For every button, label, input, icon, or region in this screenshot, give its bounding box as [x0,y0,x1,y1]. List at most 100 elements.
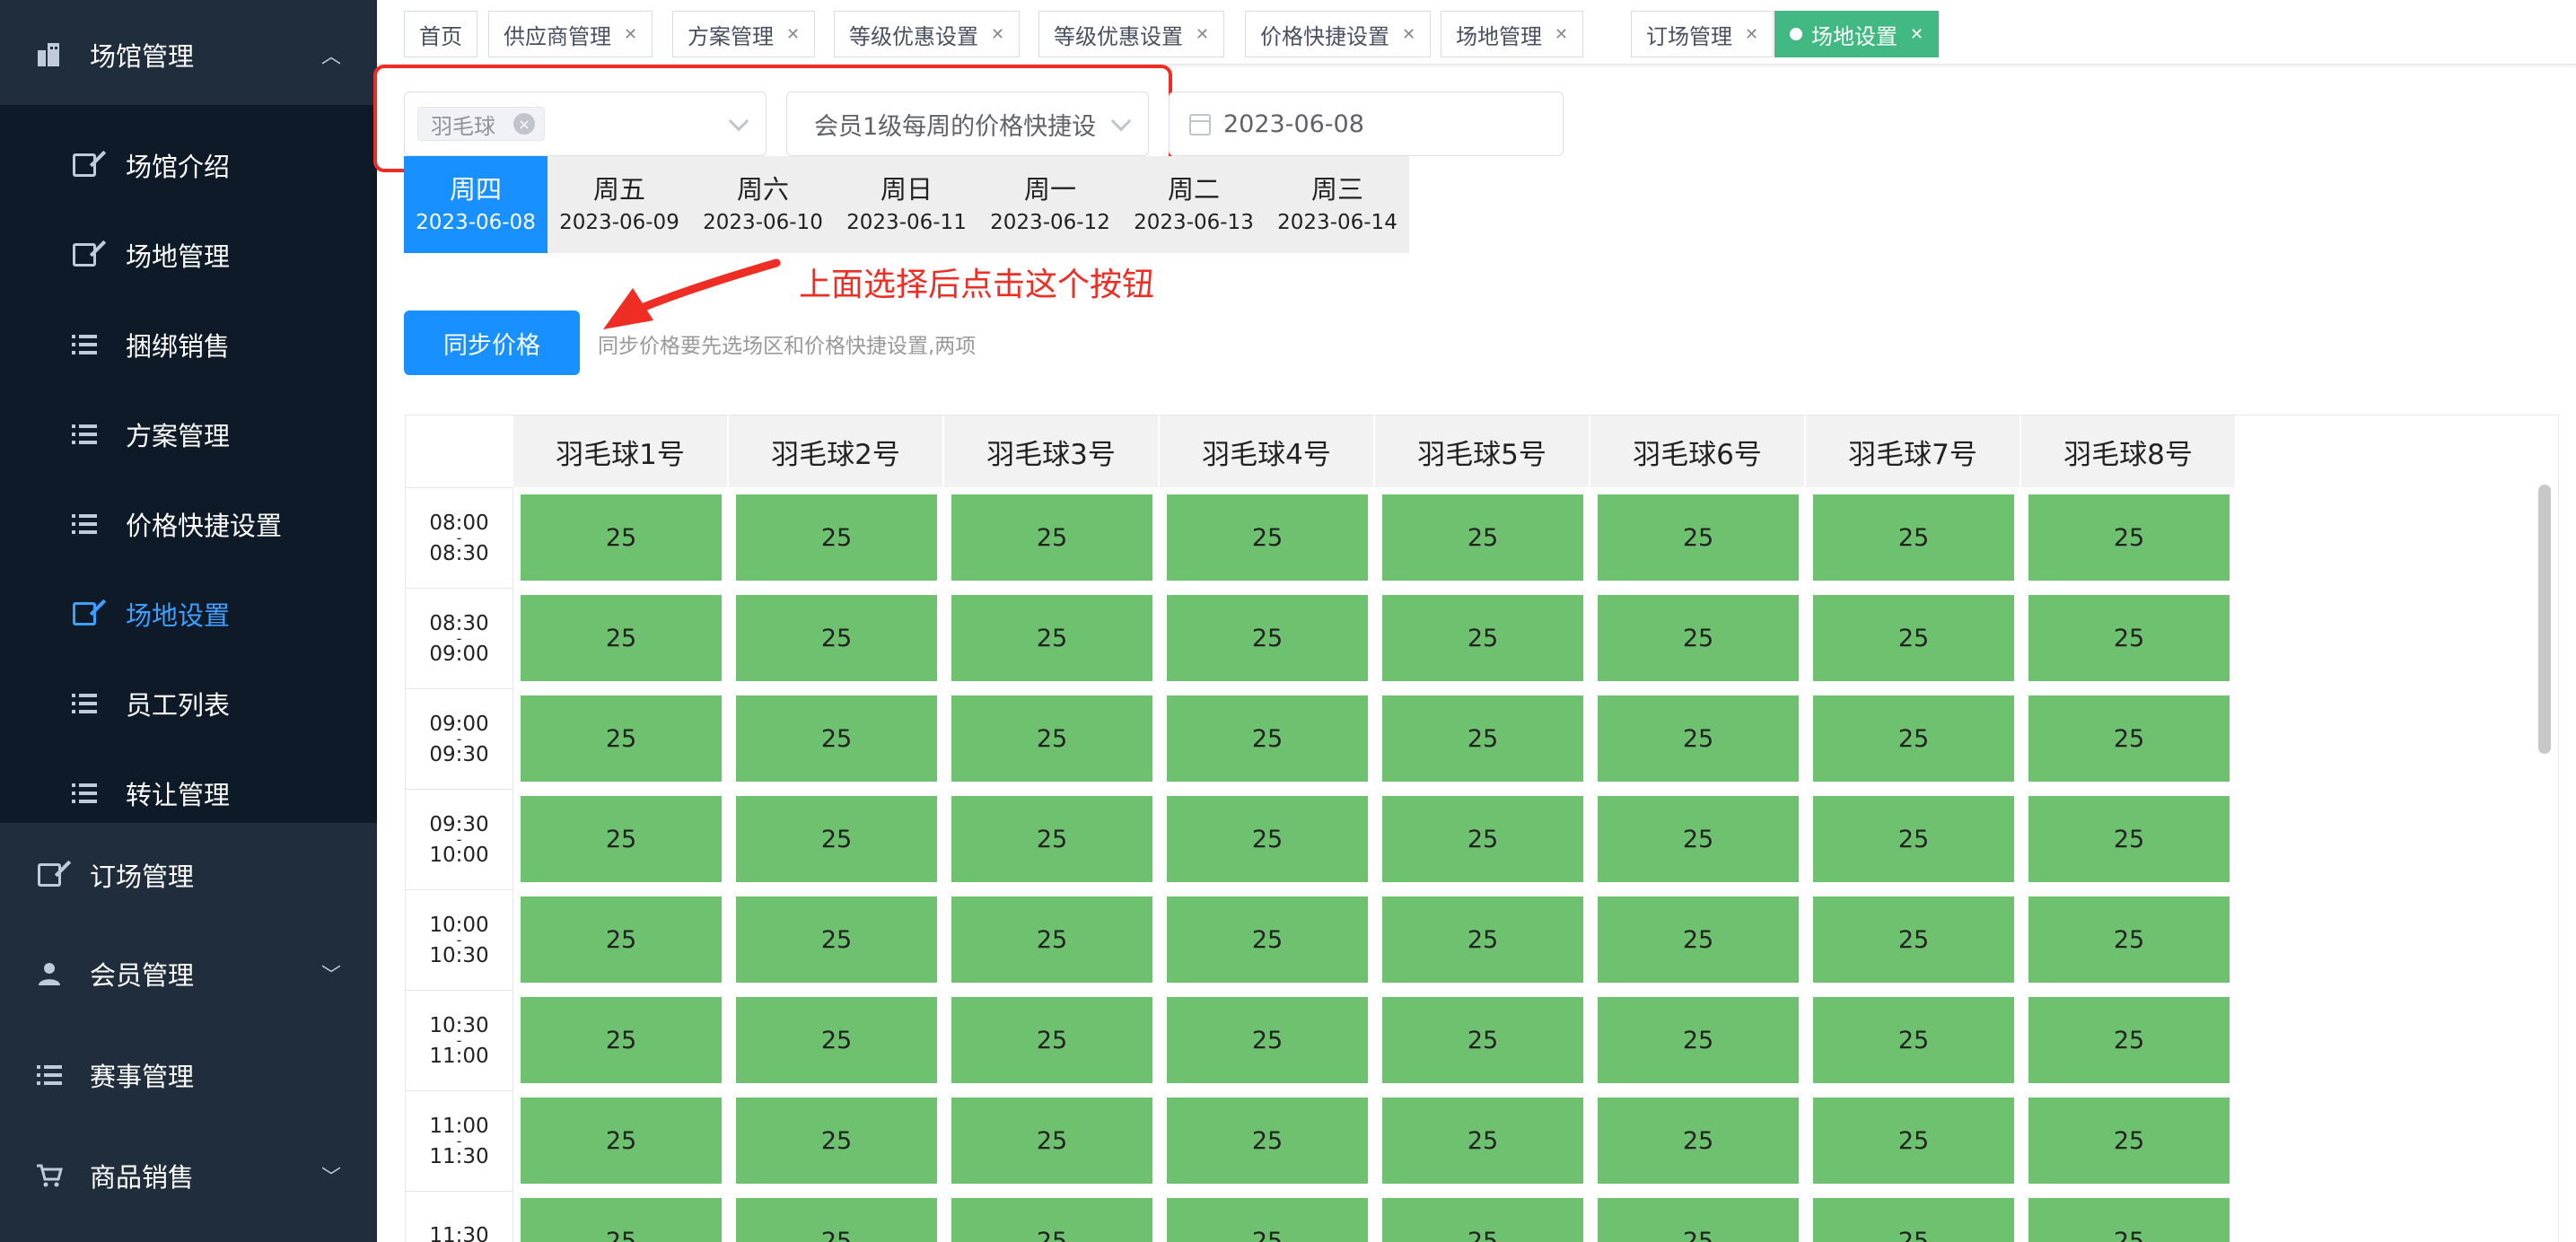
price-cell[interactable]: 25 [951,695,1152,782]
day-tab[interactable]: 周六 2023-06-10 [691,156,835,253]
price-cell[interactable]: 25 [736,997,937,1083]
price-cell[interactable]: 25 [2028,1198,2230,1242]
price-cell[interactable]: 25 [1167,1198,1368,1242]
price-cell[interactable]: 25 [951,494,1152,581]
price-cell[interactable]: 25 [951,796,1152,882]
tab[interactable]: 价格快捷设置 ✕ [1245,11,1432,57]
price-cell[interactable]: 25 [1167,897,1368,983]
tab[interactable]: 等级优惠设置 ✕ [834,11,1021,57]
price-cell[interactable]: 25 [1167,494,1368,581]
price-cell[interactable]: 25 [521,897,722,983]
price-cell[interactable]: 25 [1382,494,1583,581]
sport-select[interactable]: 羽毛球 × [404,92,767,156]
price-cell[interactable]: 25 [1598,997,1799,1083]
close-icon[interactable]: ✕ [1910,25,1923,44]
price-cell[interactable]: 25 [736,897,937,983]
price-cell[interactable]: 25 [1382,796,1583,882]
price-cell[interactable]: 25 [1598,595,1799,681]
price-cell[interactable]: 25 [1598,1198,1799,1242]
menu-group[interactable]: 商品销售 ﹀ [0,1126,377,1225]
close-icon[interactable]: ✕ [1196,25,1209,44]
day-tab[interactable]: 周四 2023-06-08 [404,156,548,253]
price-cell[interactable]: 25 [521,1198,722,1242]
price-cell[interactable]: 25 [951,1098,1152,1184]
price-cell[interactable]: 25 [1813,494,2014,581]
price-cell[interactable]: 25 [2028,796,2230,882]
sidebar-item[interactable]: 场馆介绍 [0,120,377,210]
sidebar-item[interactable]: 场地管理 [0,210,377,300]
close-icon[interactable]: ✕ [1555,25,1568,44]
price-preset-select[interactable]: 会员1级每周的价格快捷设 [786,92,1149,156]
price-cell[interactable]: 25 [1598,796,1799,882]
sync-price-button[interactable]: 同步价格 [404,310,580,375]
tab[interactable]: 方案管理 ✕ [672,11,816,57]
price-cell[interactable]: 25 [1167,695,1368,782]
menu-group-venue[interactable]: 场馆管理 ︿ [0,5,377,104]
price-cell[interactable]: 25 [2028,897,2230,983]
close-icon[interactable]: ✕ [624,25,637,44]
price-cell[interactable]: 25 [1598,1098,1799,1184]
tab[interactable]: 供应商管理 ✕ [488,11,653,57]
scrollbar[interactable] [2538,485,2551,754]
day-tab[interactable]: 周五 2023-06-09 [548,156,691,253]
sidebar-item[interactable]: 员工列表 [0,659,377,748]
price-cell[interactable]: 25 [951,1198,1152,1242]
price-cell[interactable]: 25 [1167,1098,1368,1184]
price-cell[interactable]: 25 [1382,1098,1583,1184]
close-icon[interactable]: ✕ [1402,25,1415,44]
tab[interactable]: 首页 [404,11,478,57]
price-cell[interactable]: 25 [736,595,937,681]
price-cell[interactable]: 25 [521,695,722,782]
day-tab[interactable]: 周一 2023-06-12 [978,156,1122,253]
tag-close-icon[interactable]: × [513,113,535,135]
price-cell[interactable]: 25 [1813,897,2014,983]
tab[interactable]: 场地设置 ✕ [1774,11,1940,57]
price-cell[interactable]: 25 [1598,897,1799,983]
price-cell[interactable]: 25 [951,595,1152,681]
sidebar-item[interactable]: 价格快捷设置 [0,479,377,569]
price-cell[interactable]: 25 [521,796,722,882]
tab[interactable]: 等级优惠设置 ✕ [1038,11,1225,57]
price-cell[interactable]: 25 [1598,494,1799,581]
price-cell[interactable]: 25 [1382,595,1583,681]
sidebar-item[interactable]: 转让管理 [0,748,377,838]
price-cell[interactable]: 25 [1382,897,1583,983]
price-cell[interactable]: 25 [1813,997,2014,1083]
sidebar-item[interactable]: 方案管理 [0,389,377,479]
price-cell[interactable]: 25 [2028,1098,2230,1184]
price-cell[interactable]: 25 [521,494,722,581]
price-cell[interactable]: 25 [1813,595,2014,681]
price-cell[interactable]: 25 [1813,1198,2014,1242]
price-cell[interactable]: 25 [1813,695,2014,782]
price-cell[interactable]: 25 [2028,595,2230,681]
menu-group[interactable]: 赛事管理 [0,1026,377,1124]
price-cell[interactable]: 25 [521,595,722,681]
price-cell[interactable]: 25 [736,695,937,782]
price-cell[interactable]: 25 [1382,997,1583,1083]
day-tab[interactable]: 周二 2023-06-13 [1122,156,1266,253]
price-cell[interactable]: 25 [736,1198,937,1242]
price-cell[interactable]: 25 [521,1098,722,1184]
price-cell[interactable]: 25 [1167,595,1368,681]
price-cell[interactable]: 25 [1167,796,1368,882]
day-tab[interactable]: 周三 2023-06-14 [1266,156,1409,253]
price-cell[interactable]: 25 [1598,695,1799,782]
price-cell[interactable]: 25 [1167,997,1368,1083]
menu-group[interactable]: 订场管理 [0,826,377,924]
close-icon[interactable]: ✕ [786,25,800,44]
price-cell[interactable]: 25 [1382,695,1583,782]
day-tab[interactable]: 周日 2023-06-11 [835,156,978,253]
tab[interactable]: 场地管理 ✕ [1441,11,1584,57]
price-cell[interactable]: 25 [521,997,722,1083]
close-icon[interactable]: ✕ [991,25,1004,44]
price-cell[interactable]: 25 [2028,494,2230,581]
price-cell[interactable]: 25 [951,997,1152,1083]
price-cell[interactable]: 25 [951,897,1152,983]
price-cell[interactable]: 25 [2028,695,2230,782]
sidebar-item[interactable]: 捆绑销售 [0,300,377,389]
price-cell[interactable]: 25 [1813,796,2014,882]
sidebar-item[interactable]: 场地设置 [0,569,377,659]
date-picker[interactable]: 2023-06-08 [1169,92,1564,156]
price-cell[interactable]: 25 [2028,997,2230,1083]
price-cell[interactable]: 25 [736,796,937,882]
